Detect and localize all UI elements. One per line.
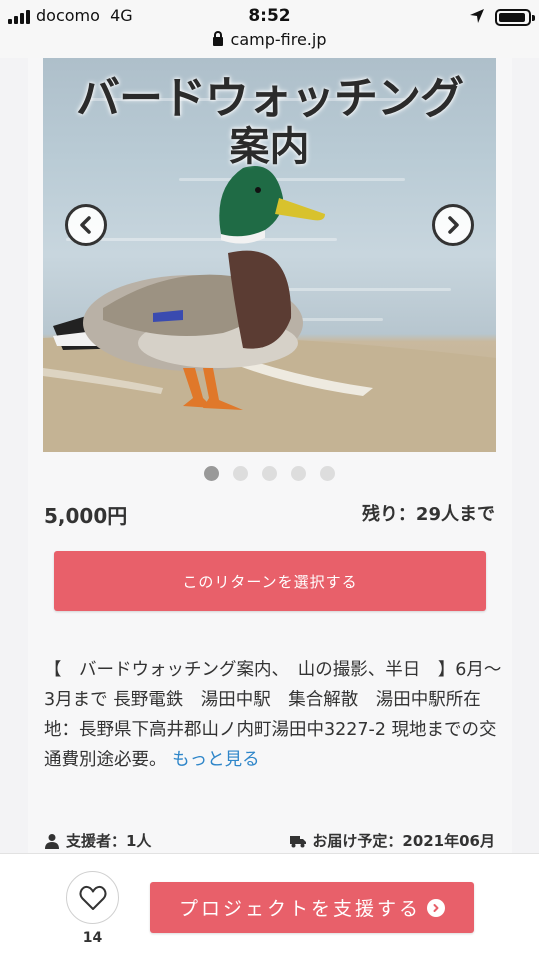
reward-description: 【 バードウォッチング案内、 山の撮影、半日 】6月〜3月まで 長野電鉄 湯田中… bbox=[44, 655, 502, 775]
url-text: camp-fire.jp bbox=[230, 30, 327, 49]
chevron-left-icon bbox=[80, 216, 91, 234]
supporters-label: 支援者：1人 bbox=[66, 832, 152, 850]
chevron-right-circle-icon bbox=[427, 898, 445, 917]
heart-icon bbox=[78, 885, 107, 910]
remaining-count: 残り：29人まで bbox=[361, 504, 495, 525]
carousel-dot[interactable] bbox=[204, 466, 219, 481]
description-text: 【 バードウォッチング案内、 山の撮影、半日 】6月〜3月まで 長野電鉄 湯田中… bbox=[44, 660, 502, 770]
reward-image-carousel[interactable]: バードウォッチング 案内 bbox=[43, 58, 496, 452]
carousel-next-button[interactable] bbox=[432, 204, 474, 246]
bottom-action-bar: 14 プロジェクトを支援する bbox=[0, 853, 539, 960]
location-arrow-icon bbox=[470, 9, 484, 23]
support-project-label: プロジェクトを支援する bbox=[178, 898, 421, 920]
favorite-button[interactable] bbox=[66, 871, 119, 924]
carousel-dot[interactable] bbox=[320, 466, 335, 481]
read-more-link[interactable]: もっと見る bbox=[172, 750, 260, 770]
lock-icon bbox=[212, 31, 223, 46]
support-project-button[interactable]: プロジェクトを支援する bbox=[150, 882, 474, 933]
battery-icon bbox=[495, 9, 535, 26]
address-bar[interactable]: camp-fire.jp bbox=[0, 30, 539, 49]
carousel-pagination bbox=[0, 466, 539, 481]
select-reward-button[interactable]: このリターンを選択する bbox=[54, 551, 486, 611]
supporters-count: 支援者：1人 bbox=[44, 830, 151, 851]
favorite-count: 14 bbox=[82, 930, 103, 946]
hero-title-line2: 案内 bbox=[229, 124, 310, 170]
person-icon bbox=[45, 833, 59, 849]
truck-icon bbox=[290, 835, 307, 847]
chevron-right-icon bbox=[448, 216, 459, 234]
reward-price: 5,000円 bbox=[44, 504, 128, 528]
carousel-prev-button[interactable] bbox=[65, 204, 107, 246]
clock: 8:52 bbox=[248, 6, 291, 26]
status-bar: docomo 4G 8:52 camp-fire.jp bbox=[0, 0, 539, 58]
delivery-date: お届け予定：2021年06月 bbox=[290, 830, 495, 851]
carousel-dot[interactable] bbox=[262, 466, 277, 481]
carousel-dot[interactable] bbox=[291, 466, 306, 481]
delivery-label: お届け予定：2021年06月 bbox=[312, 832, 495, 850]
carousel-dot[interactable] bbox=[233, 466, 248, 481]
